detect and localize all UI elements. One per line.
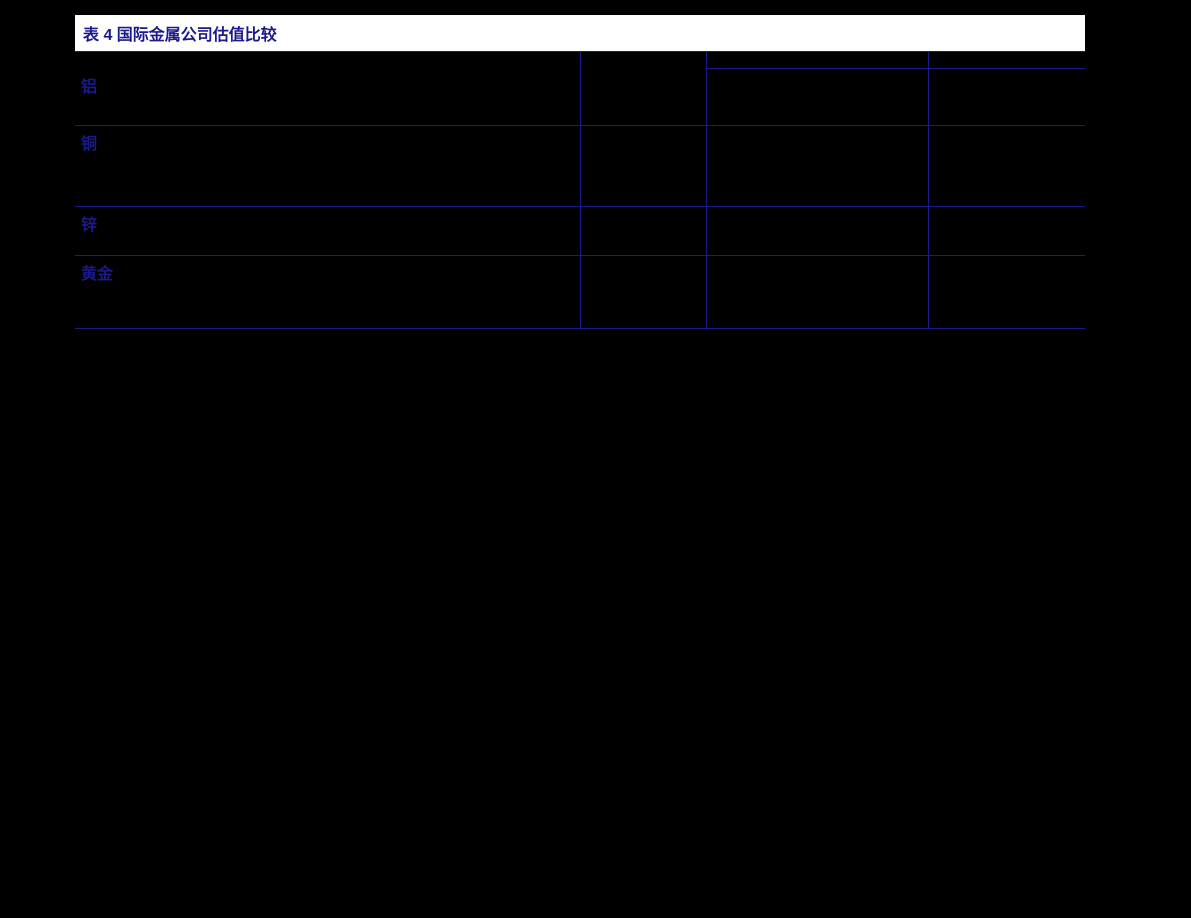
cell-value [580,182,706,190]
cell-value [706,198,928,207]
row-name [75,198,580,207]
row-name [75,239,580,247]
cell-value [928,166,1085,174]
cell-value [928,182,1085,190]
cell-value [928,304,1085,312]
cell-value [706,125,928,158]
cell-value [706,206,928,239]
row-name [75,304,580,312]
category-label: 铝 [81,79,97,96]
cell-value [580,174,706,182]
row-name [75,190,580,198]
category-label: 黄金 [81,266,113,283]
cell-value [706,117,928,126]
cell-value [928,288,1085,296]
valuation-table: 铝铜锌黄金 [75,52,1085,329]
row-name [75,101,580,109]
cell-value [580,101,706,109]
cell-value [706,166,928,174]
category-label: 锌 [81,217,97,234]
cell-value [706,69,928,101]
cell-value [706,109,928,117]
row-name [75,174,580,182]
cell-value [928,125,1085,158]
cell-value [580,247,706,256]
cell-value [580,296,706,304]
cell-value [706,296,928,304]
hdr-col4b [928,60,1085,69]
row-name [75,296,580,304]
cell-value [928,69,1085,101]
row-name: 黄金 [75,255,580,288]
cell-value [706,101,928,109]
cell-value [706,255,928,288]
hdr-col3b [706,60,928,69]
cell-value [928,312,1085,320]
cell-value [706,320,928,329]
cell-value [706,182,928,190]
row-name: 铝 [75,69,580,101]
row-name [75,109,580,117]
cell-value [580,312,706,320]
row-name [75,166,580,174]
cell-value [706,239,928,247]
hdr-col2 [580,52,706,69]
cell-value [580,255,706,288]
hdr-col4a [928,52,1085,60]
cell-value [706,190,928,198]
row-name [75,320,580,329]
cell-value [580,158,706,166]
cell-value [706,304,928,312]
cell-value [706,288,928,296]
cell-value [706,312,928,320]
row-name [75,288,580,296]
cell-value [706,174,928,182]
cell-value [928,296,1085,304]
cell-value [580,190,706,198]
table-title-bar: 表 4 国际金属公司估值比较 [75,15,1085,52]
cell-value [580,304,706,312]
valuation-table-container: 表 4 国际金属公司估值比较 铝铜锌黄金 [75,15,1085,329]
table-title: 表 4 国际金属公司估值比较 [83,27,277,44]
cell-value [928,206,1085,239]
cell-value [580,206,706,239]
cell-value [580,117,706,126]
cell-value [928,247,1085,256]
cell-value [928,174,1085,182]
row-name: 锌 [75,206,580,239]
cell-value [580,288,706,296]
cell-value [706,158,928,166]
row-name [75,158,580,166]
hdr-col3a [706,52,928,60]
cell-value [580,239,706,247]
cell-value [928,109,1085,117]
cell-value [580,125,706,158]
row-name [75,247,580,256]
category-label: 铜 [81,136,97,153]
cell-value [580,166,706,174]
cell-value [580,320,706,329]
cell-value [928,158,1085,166]
row-name [75,117,580,126]
cell-value [580,198,706,207]
hdr-name [75,52,580,69]
row-name [75,312,580,320]
cell-value [928,190,1085,198]
cell-value [928,255,1085,288]
row-name: 铜 [75,125,580,158]
cell-value [928,117,1085,126]
cell-value [928,101,1085,109]
row-name [75,182,580,190]
cell-value [928,239,1085,247]
cell-value [580,109,706,117]
cell-value [706,247,928,256]
cell-value [580,69,706,101]
cell-value [928,198,1085,207]
cell-value [928,320,1085,329]
